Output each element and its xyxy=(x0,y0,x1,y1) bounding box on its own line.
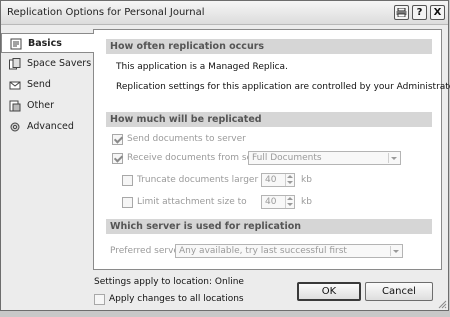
admin-controlled-text: Replication settings for this applicatio… xyxy=(116,82,450,92)
limit-attachment-checkbox[interactable] xyxy=(122,197,133,208)
managed-replica-text: This application is a Managed Replica. xyxy=(116,62,288,72)
attachment-size-value: 40 xyxy=(265,197,277,207)
preferred-server-label: Preferred server xyxy=(110,246,183,256)
sidebar-item-label: Advanced xyxy=(27,121,74,132)
other-icon xyxy=(9,100,21,112)
attachment-size-spinner[interactable]: 40 xyxy=(261,195,295,209)
title-bar: Replication Options for Personal Journal… xyxy=(1,1,448,25)
replication-options-dialog: Replication Options for Personal Journal… xyxy=(0,0,450,311)
sidebar-item-send[interactable]: Send xyxy=(1,75,93,95)
sidebar-item-label: Space Savers xyxy=(27,58,92,69)
chevron-down-icon xyxy=(388,153,399,163)
section-how-much-heading: How much will be replicated xyxy=(106,112,432,127)
limit-attachment-label: Limit attachment size to xyxy=(137,197,247,207)
section-which-server-heading: Which server is used for replication xyxy=(106,219,432,234)
section-how-often-heading: How often replication occurs xyxy=(106,39,432,54)
cancel-button[interactable]: Cancel xyxy=(365,282,433,301)
sidebar-item-space-savers[interactable]: Space Savers xyxy=(1,54,93,74)
truncate-documents-label: Truncate documents larger than xyxy=(137,175,282,185)
space-savers-icon xyxy=(9,58,21,70)
apply-all-locations-label: Apply changes to all locations xyxy=(109,294,244,304)
help-button[interactable]: ? xyxy=(412,5,427,20)
preferred-server-select[interactable]: Any available, try last successful first xyxy=(175,244,403,258)
resize-grip-icon[interactable] xyxy=(437,299,447,309)
apply-all-locations-checkbox[interactable] xyxy=(94,294,105,305)
receive-documents-checkbox[interactable] xyxy=(112,153,123,164)
preferred-server-select-value: Any available, try last successful first xyxy=(179,246,347,256)
sidebar-item-basics[interactable]: Basics xyxy=(1,33,94,53)
truncate-size-unit: kb xyxy=(301,175,312,185)
basics-icon xyxy=(10,38,22,50)
sidebar-item-label: Send xyxy=(27,79,51,90)
sidebar-item-label: Other xyxy=(27,100,54,111)
content-panel: How often replication occurs This applic… xyxy=(93,29,450,270)
sidebar-item-other[interactable]: Other xyxy=(1,96,93,116)
receive-documents-select[interactable]: Full Documents xyxy=(248,151,401,165)
chevron-down-icon xyxy=(390,246,401,256)
truncate-size-spinner[interactable]: 40 xyxy=(261,173,295,187)
send-icon xyxy=(9,79,21,91)
sidebar: Basics Space Savers Send Other Advanced xyxy=(1,33,94,138)
dialog-title: Replication Options for Personal Journal xyxy=(7,7,205,18)
sidebar-item-label: Basics xyxy=(28,38,62,49)
spinner-arrows-icon[interactable] xyxy=(285,196,294,208)
sidebar-item-advanced[interactable]: Advanced xyxy=(1,117,93,137)
spinner-arrows-icon[interactable] xyxy=(285,174,294,186)
print-icon[interactable] xyxy=(394,5,409,20)
send-documents-label: Send documents to server xyxy=(127,134,246,144)
ok-button[interactable]: OK xyxy=(297,282,361,301)
truncate-documents-checkbox[interactable] xyxy=(122,175,133,186)
truncate-size-value: 40 xyxy=(265,175,277,185)
location-text: Settings apply to location: Online xyxy=(94,277,244,287)
advanced-icon xyxy=(9,121,21,133)
attachment-size-unit: kb xyxy=(301,197,312,207)
send-documents-checkbox[interactable] xyxy=(112,134,123,145)
receive-documents-select-value: Full Documents xyxy=(252,153,322,163)
close-button[interactable]: X xyxy=(430,5,445,20)
